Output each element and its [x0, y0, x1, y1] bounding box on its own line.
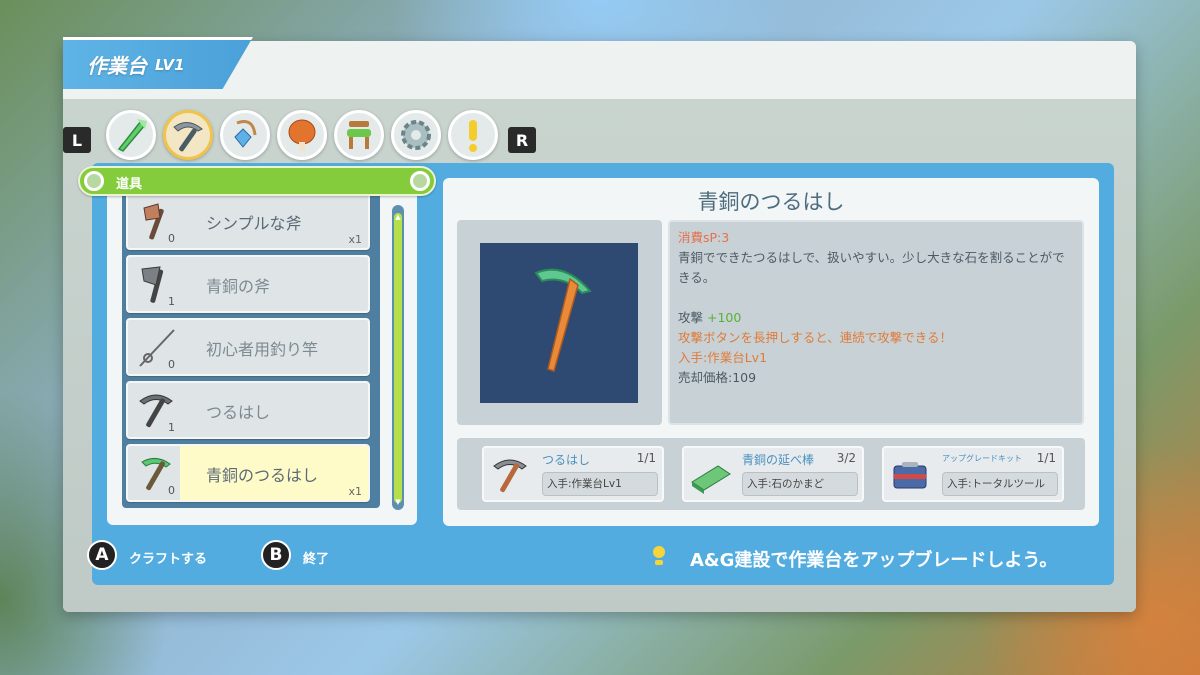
exclamation-icon [469, 120, 477, 152]
window-title-tab: 作業台 LV1 [63, 37, 253, 89]
list-item[interactable]: 0 初心者用釣り竿 [126, 318, 370, 376]
material-name: アップグレードキット [942, 454, 1022, 463]
material-source: 入手:トータルツール [942, 472, 1058, 496]
sword-icon [117, 119, 147, 152]
item-owned-count: 0 [168, 484, 175, 497]
category-header: 道具 [78, 166, 436, 196]
b-button-icon[interactable]: B [261, 540, 291, 570]
meat-icon [288, 119, 316, 151]
description-text: 青銅でできたつるはしで、扱いやすい。少し大きな石を割ることができる。 [678, 250, 1065, 285]
item-description: 消費sP:3 青銅でできたつるはしで、扱いやすい。少し大きな石を割ることができる… [668, 220, 1084, 425]
material-card[interactable]: アップグレードキット 1/1 入手:トータルツール [882, 446, 1064, 502]
material-card[interactable]: つるはし 1/1 入手:作業台Lv1 [482, 446, 664, 502]
attack-value: +100 [707, 310, 742, 325]
pickaxe-icon [173, 122, 203, 152]
chair-icon [347, 121, 371, 149]
tab-weapons[interactable] [106, 110, 156, 160]
item-preview [480, 243, 638, 403]
prev-tab-key[interactable]: L [63, 127, 91, 153]
source-text: 入手:作業台Lv1 [678, 350, 768, 365]
material-name: つるはし [542, 453, 591, 467]
item-name: 青銅の斧 [206, 277, 271, 296]
amulet-icon [234, 120, 257, 148]
list-item[interactable]: 0 シンプルな斧 x1 [126, 192, 370, 250]
item-name: 青銅のつるはし [206, 466, 319, 485]
item-owned-count: 1 [168, 295, 175, 308]
tab-accessories[interactable] [220, 110, 270, 160]
category-label: 道具 [116, 177, 143, 192]
scroll-thumb[interactable] [394, 213, 402, 503]
item-owned-count: 0 [168, 232, 175, 245]
craft-button-label[interactable]: クラフトする [129, 548, 207, 567]
tab-food[interactable] [277, 110, 327, 160]
list-item[interactable]: 1 つるはし [126, 381, 370, 439]
attack-label: 攻撃 [678, 310, 704, 325]
exit-button-label[interactable]: 終了 [303, 548, 329, 567]
sell-price: 売却価格:109 [678, 370, 757, 385]
list-item-selected[interactable]: 0 青銅のつるはし x1 [126, 444, 370, 502]
scroll-down-icon[interactable]: ▼ [392, 498, 404, 506]
hint-bulb-icon [653, 546, 665, 565]
item-quantity: x1 [348, 233, 362, 246]
upgrade-kit-icon [893, 462, 927, 489]
a-button-icon[interactable]: A [87, 540, 117, 570]
bronze-ingot-icon [691, 465, 731, 494]
item-owned-count: 1 [168, 421, 175, 434]
next-tab-key[interactable]: R [508, 127, 536, 153]
tab-tools[interactable] [163, 110, 213, 160]
window-title: 作業台 [87, 54, 147, 78]
material-count: 1/1 [636, 451, 656, 465]
detail-title: 青銅のつるはし [697, 190, 845, 214]
pickaxe-icon [493, 459, 527, 493]
tab-materials[interactable] [391, 110, 441, 160]
item-name: つるはし [206, 403, 271, 422]
tab-important[interactable] [448, 110, 498, 160]
category-right-dot [410, 171, 430, 191]
material-count: 3/2 [836, 451, 856, 465]
window-level: LV1 [155, 55, 185, 74]
category-left-dot [84, 171, 104, 191]
attack-stat: 攻撃 +100 [678, 308, 1074, 328]
list-item[interactable]: 1 青銅の斧 [126, 255, 370, 313]
scroll-up-icon[interactable]: ▲ [392, 213, 404, 221]
gear-icon [401, 120, 431, 150]
item-name: 初心者用釣り竿 [206, 340, 319, 359]
hint-text: A&G建設で作業台をアップブレードしよう。 [690, 550, 1058, 571]
effect-text: 攻撃ボタンを長押しすると、連続で攻撃できる！ [678, 330, 953, 345]
material-count: 1/1 [1036, 451, 1056, 465]
tab-furniture[interactable] [334, 110, 384, 160]
item-list: 0 シンプルな斧 x1 1 青銅の斧 0 初心者用釣り竿 1 つるはし 0 青銅… [122, 190, 380, 508]
item-quantity: x1 [348, 485, 362, 498]
sp-cost: 消費sP:3 [678, 230, 730, 245]
material-name: 青銅の延べ棒 [742, 453, 815, 467]
bronze-pickaxe-icon [534, 268, 592, 372]
category-tabs [106, 110, 498, 160]
item-name: シンプルな斧 [206, 214, 302, 233]
material-source: 入手:石のかまど [742, 472, 858, 496]
list-scrollbar[interactable]: ▲ ▼ [392, 205, 404, 510]
item-owned-count: 0 [168, 358, 175, 371]
material-source: 入手:作業台Lv1 [542, 472, 658, 496]
material-card[interactable]: 青銅の延べ棒 3/2 入手:石のかまど [682, 446, 864, 502]
